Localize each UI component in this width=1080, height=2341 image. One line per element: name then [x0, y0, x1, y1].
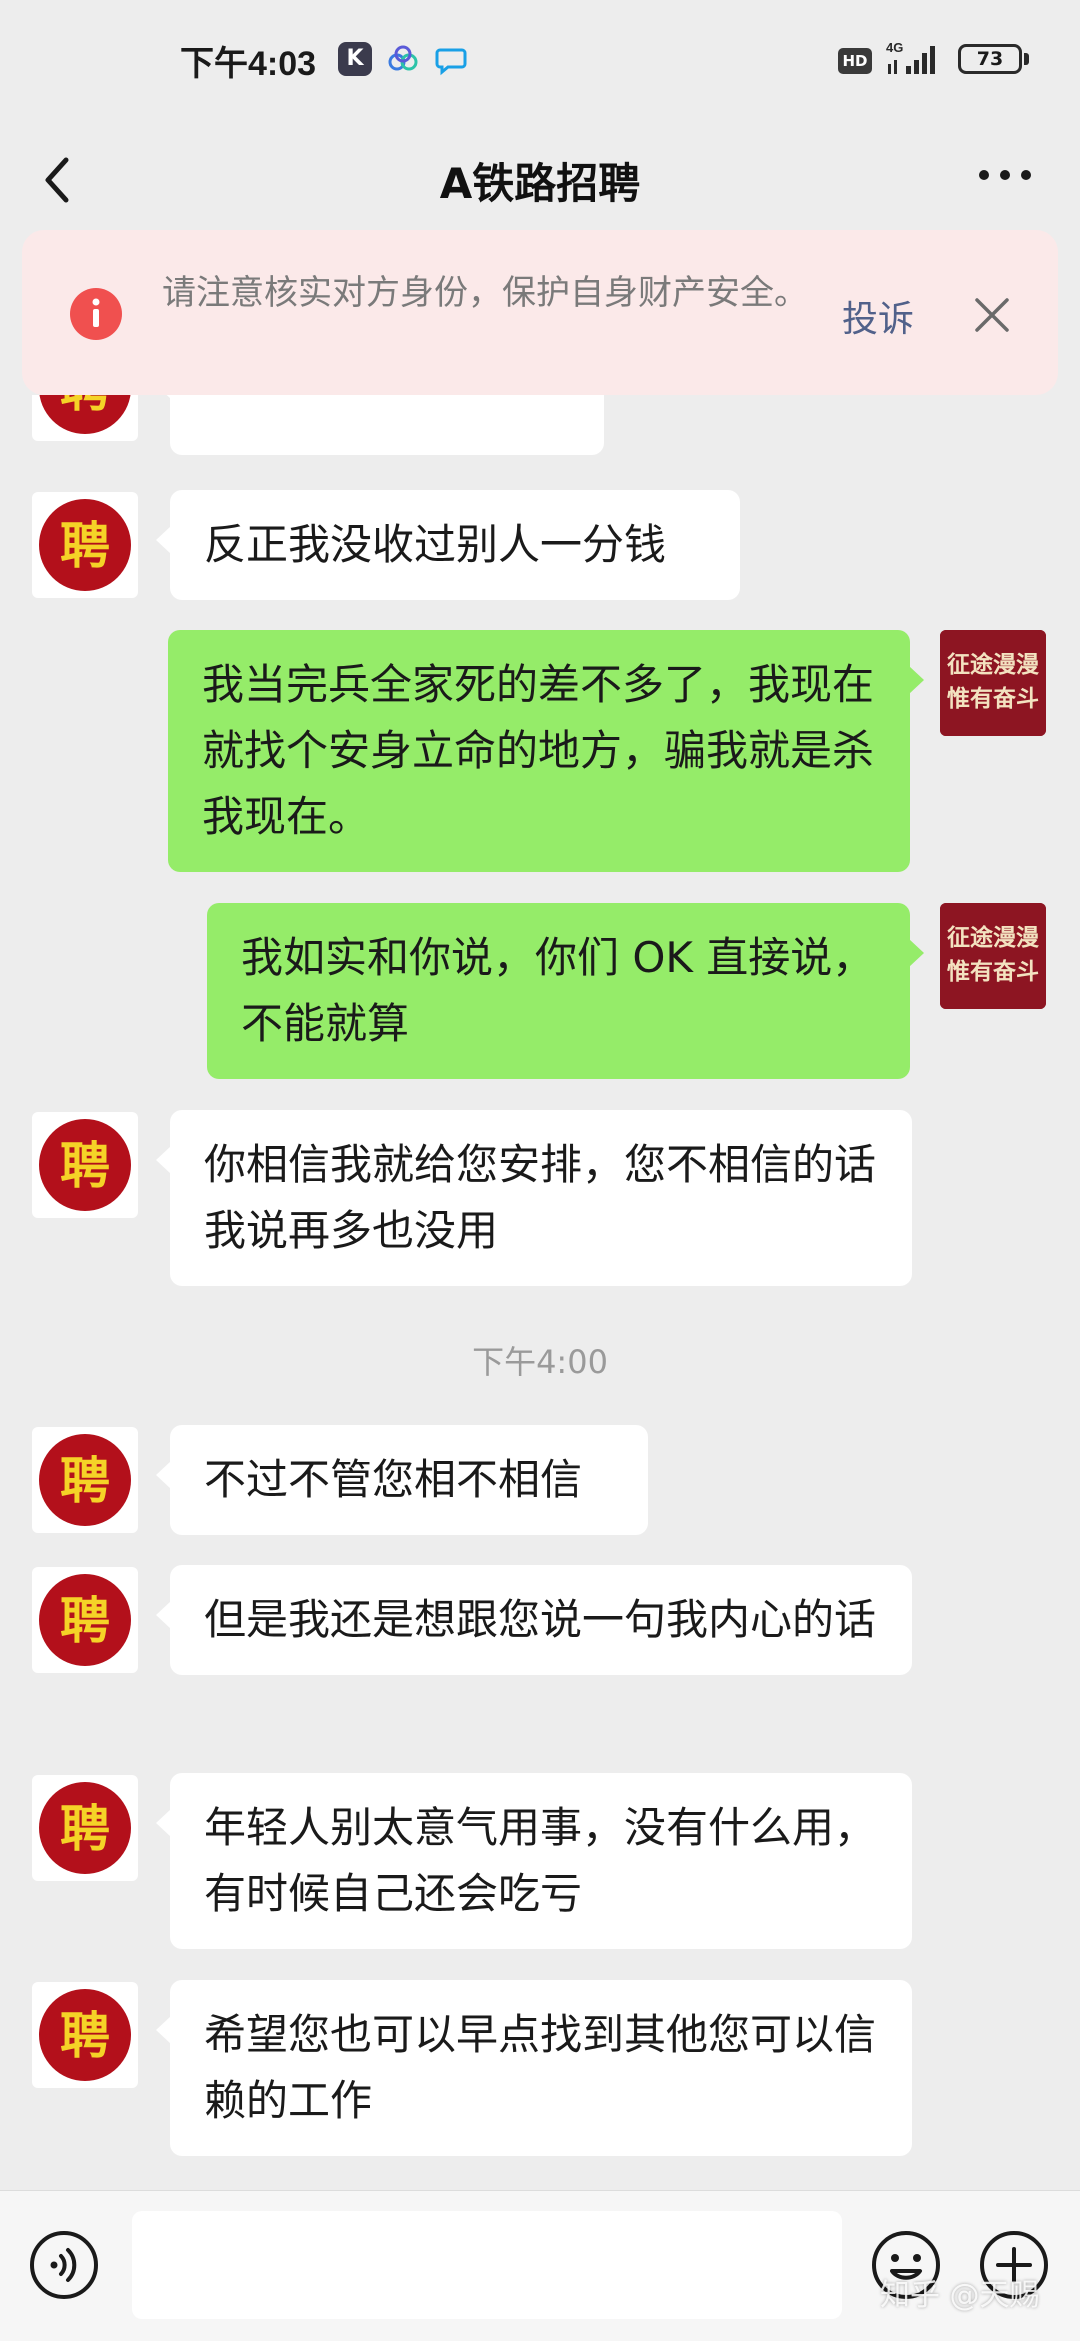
contact-avatar[interactable]: 聘: [32, 395, 138, 441]
message-bubble[interactable]: 年轻人别太意气用事，没有什么用，有时候自己还会吃亏: [156, 1773, 912, 1949]
report-link[interactable]: 投诉: [842, 290, 914, 342]
contact-avatar[interactable]: 聘: [32, 1427, 138, 1533]
more-horizontal-icon[interactable]: [970, 150, 1040, 200]
contact-avatar-char: 聘: [60, 1592, 110, 1650]
info-icon: [70, 288, 122, 340]
status-bar: 下午4:03 K HD 4G 73: [0, 0, 1080, 125]
page-title: A铁路招聘: [439, 159, 641, 208]
contact-avatar[interactable]: 聘: [32, 1112, 138, 1218]
contact-avatar-char: 聘: [60, 1800, 110, 1858]
network-type-label: 4G: [886, 40, 903, 55]
warning-text: 请注意核实对方身份，保护自身财产安全。: [162, 273, 808, 313]
message-input-bar: [0, 2190, 1080, 2341]
my-avatar[interactable]: 征途漫漫 惟有奋斗: [940, 903, 1046, 1009]
my-avatar[interactable]: 征途漫漫 惟有奋斗: [940, 630, 1046, 736]
my-avatar-line2: 惟有奋斗: [947, 685, 1039, 712]
message-bubble[interactable]: 你相信我就给您安排，您不相信的话我说再多也没用: [156, 1110, 912, 1286]
battery-tip: [1024, 53, 1029, 65]
message-bubble[interactable]: 反正我没收过别人一分钱: [156, 490, 740, 600]
message-input[interactable]: [132, 2211, 842, 2319]
status-time: 下午4:03: [180, 45, 317, 83]
message-bubble-partial[interactable]: [156, 395, 604, 455]
contact-avatar[interactable]: 聘: [32, 492, 138, 598]
message-bubble[interactable]: 我当完兵全家死的差不多了，我现在就找个安身立命的地方，骗我就是杀我现在。: [168, 630, 924, 872]
chat-message-list[interactable]: 聘 聘 反正我没收过别人一分钱 征途漫漫惟有奋斗 我当完兵全家死的差不多了，我现…: [0, 395, 1080, 2190]
my-avatar-line1: 征途漫漫: [947, 924, 1039, 951]
contact-avatar-char: 聘: [60, 1452, 110, 1510]
close-icon[interactable]: [967, 290, 1017, 340]
message-bubble[interactable]: 不过不管您相不相信: [156, 1425, 648, 1535]
k-app-icon: K: [338, 42, 372, 76]
contact-avatar[interactable]: 聘: [32, 1982, 138, 2088]
voice-icon[interactable]: [28, 2229, 100, 2301]
signal-icon: 4G: [884, 38, 944, 78]
contact-avatar-char: 聘: [60, 517, 110, 575]
message-timestamp: 下午4:00: [472, 1343, 608, 1381]
my-avatar-line1: 征途漫漫: [947, 651, 1039, 678]
battery-indicator: 73: [958, 44, 1022, 74]
my-avatar-line2: 惟有奋斗: [947, 958, 1039, 985]
contact-avatar-char: 聘: [60, 1137, 110, 1195]
security-warning-banner: 请注意核实对方身份，保护自身财产安全。 投诉: [22, 230, 1058, 395]
cloud-app-icon: [386, 42, 420, 76]
message-bubble[interactable]: 希望您也可以早点找到其他您可以信赖的工作: [156, 1980, 912, 2156]
contact-avatar-char: 聘: [60, 2007, 110, 2065]
contact-avatar[interactable]: 聘: [32, 1775, 138, 1881]
hd-icon: HD: [838, 48, 872, 74]
message-bubble[interactable]: 但是我还是想跟您说一句我内心的话: [156, 1565, 912, 1675]
navigation-bar: A铁路招聘: [0, 125, 1080, 225]
watermark-text: 知乎 @天赐: [880, 2278, 1040, 2313]
message-bubble[interactable]: 我如实和你说，你们 OK 直接说，不能就算: [207, 903, 924, 1079]
contact-avatar-char: 聘: [60, 395, 110, 418]
chevron-left-icon[interactable]: [30, 130, 90, 220]
chat-app-icon: [434, 42, 468, 76]
contact-avatar[interactable]: 聘: [32, 1567, 138, 1673]
